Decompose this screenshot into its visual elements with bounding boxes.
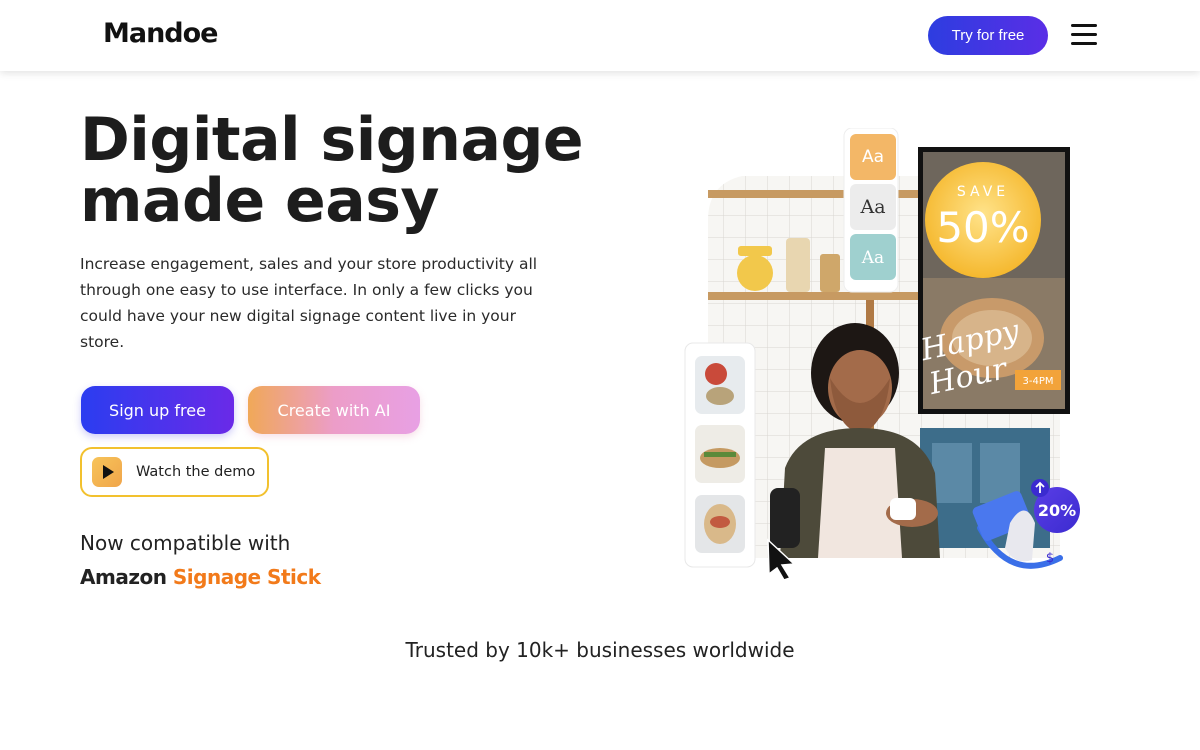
amazon-word: Amazon xyxy=(80,565,167,589)
hero-title-line1: Digital signage xyxy=(80,105,584,175)
signage-display: SAVE 50% Happy Hour 3-4PM xyxy=(917,147,1070,414)
site-header: Mandoe Try for free xyxy=(0,0,1200,71)
hero-illustration: Aa Aa Aa SAVE 50% Happy Hour 3-4PM 20% $ xyxy=(684,128,1080,580)
time-tag: 3-4PM xyxy=(1023,376,1054,387)
save-label: SAVE xyxy=(957,184,1009,200)
watch-demo-label: Watch the demo xyxy=(136,464,256,480)
hamburger-menu-icon[interactable] xyxy=(1071,24,1097,46)
sign-up-free-button[interactable]: Sign up free xyxy=(81,386,234,434)
watch-demo-button[interactable]: Watch the demo xyxy=(80,447,269,497)
font-sample-3: Aa xyxy=(861,248,884,268)
currency-symbol: $ xyxy=(1046,551,1054,566)
mandoe-logo[interactable]: Mandoe xyxy=(103,18,218,49)
amazon-signage-stick-logo[interactable]: Amazon Signage Stick xyxy=(80,565,321,589)
hero-title: Digital signage made easy xyxy=(80,110,640,232)
save-value: 50% xyxy=(936,203,1029,252)
compatible-label: Now compatible with xyxy=(80,531,291,555)
font-sample-1: Aa xyxy=(862,147,884,167)
try-for-free-button[interactable]: Try for free xyxy=(928,16,1048,55)
food-thumbnails xyxy=(684,342,756,568)
play-icon xyxy=(92,457,122,487)
trusted-tagline: Trusted by 10k+ businesses worldwide xyxy=(405,638,795,662)
create-with-ai-button[interactable]: Create with AI xyxy=(248,386,420,434)
hero-title-line2: made easy xyxy=(80,166,440,236)
font-sample-2: Aa xyxy=(859,196,885,218)
signage-stick-word: Signage Stick xyxy=(172,565,321,589)
hero-description: Increase engagement, sales and your stor… xyxy=(80,255,538,351)
font-swatches: Aa Aa Aa xyxy=(843,128,899,293)
discount-badge: 20% xyxy=(1038,501,1076,520)
